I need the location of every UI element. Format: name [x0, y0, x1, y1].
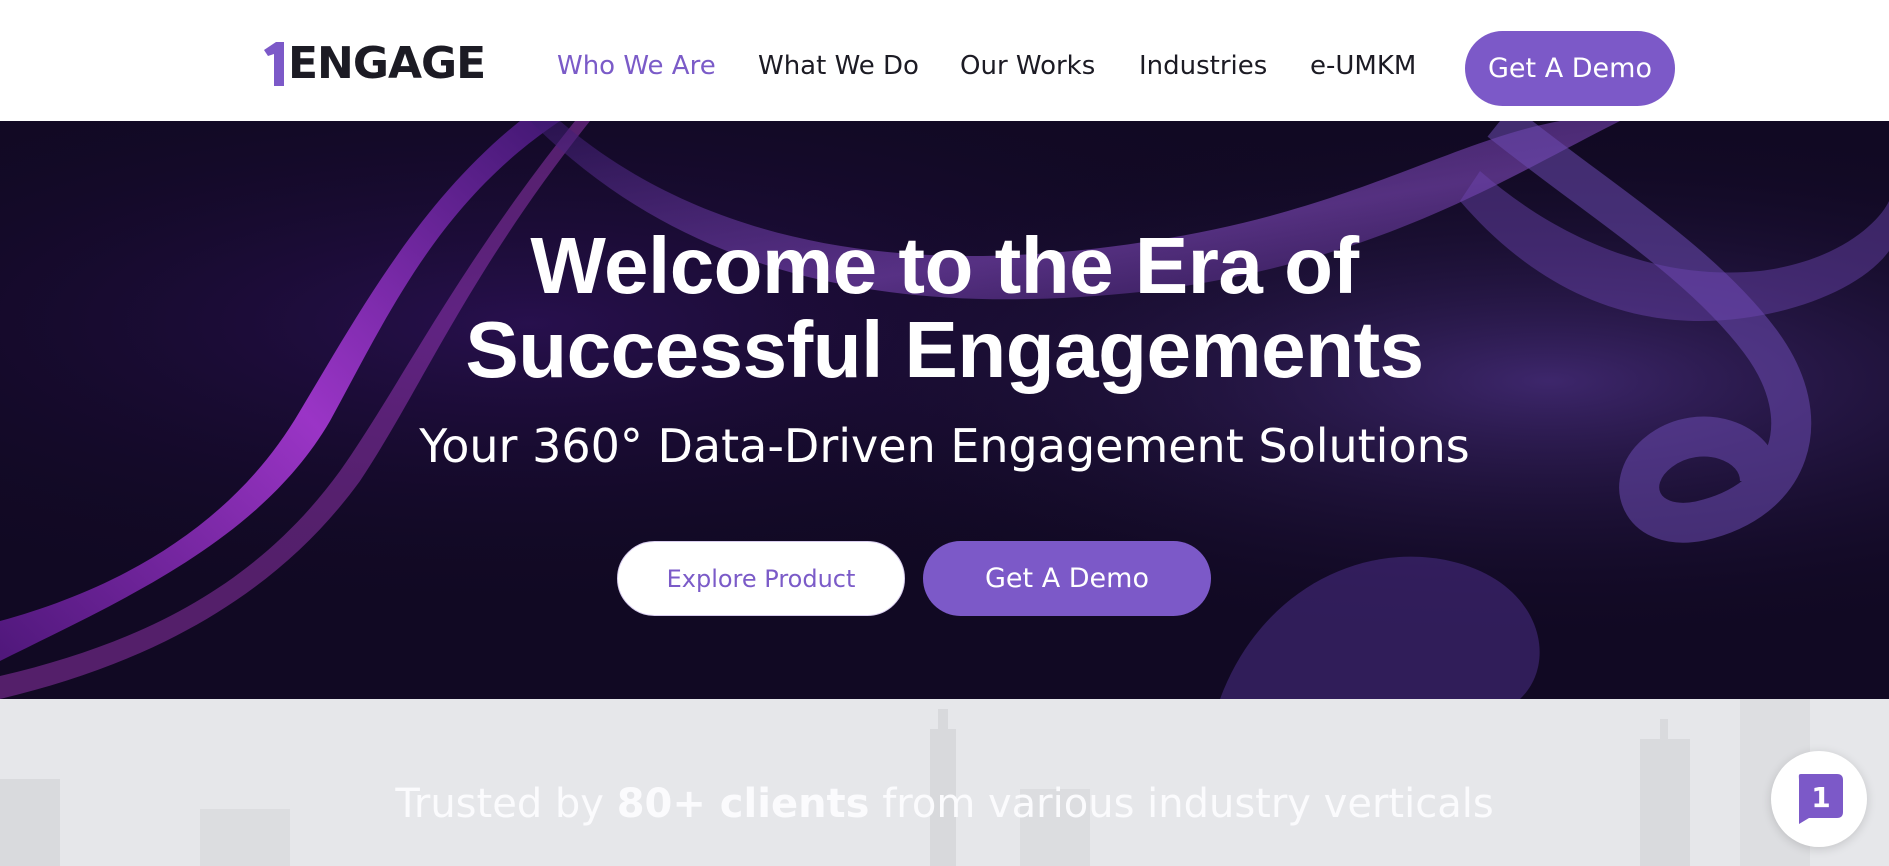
hero-title-line-1: Welcome to the Era of	[530, 221, 1359, 310]
logo-text: ENGAGE	[288, 38, 486, 89]
clients-tagline-prefix: Trusted by	[395, 781, 617, 827]
nav-item-our-works[interactable]: Our Works	[960, 46, 1095, 86]
explore-product-button[interactable]: Explore Product	[617, 541, 905, 616]
nav-item-industries[interactable]: Industries	[1139, 46, 1267, 86]
hero-title: Welcome to the Era of Successful Engagem…	[0, 224, 1889, 392]
nav-item-e-umkm[interactable]: e-UMKM	[1310, 46, 1416, 86]
clients-section: Trusted by 80+ clients from various indu…	[0, 699, 1889, 866]
chat-bubble-icon: 1	[1798, 774, 1843, 824]
hero-subtitle: Your 360° Data-Driven Engagement Solutio…	[419, 419, 1470, 473]
header-get-demo-button[interactable]: Get A Demo	[1465, 31, 1675, 106]
nav-item-what-we-do[interactable]: What We Do	[758, 46, 919, 86]
clients-tagline: Trusted by 80+ clients from various indu…	[0, 779, 1889, 829]
chat-widget-button[interactable]: 1	[1771, 751, 1867, 847]
clients-count: 80+ clients	[616, 781, 870, 827]
hero-get-demo-button[interactable]: Get A Demo	[923, 541, 1211, 616]
nav-item-who-we-are[interactable]: Who We Are	[557, 46, 716, 86]
chat-badge-text: 1	[1811, 781, 1830, 814]
clients-tagline-suffix: from various industry verticals	[869, 781, 1494, 827]
hero-section: Welcome to the Era of Successful Engagem…	[0, 121, 1889, 699]
logo[interactable]: ENGAGE	[262, 38, 486, 89]
hero-title-line-2: Successful Engagements	[465, 305, 1424, 394]
logo-mark-icon	[264, 42, 284, 86]
site-header: ENGAGE Who We Are What We Do Our Works I…	[0, 0, 1889, 121]
